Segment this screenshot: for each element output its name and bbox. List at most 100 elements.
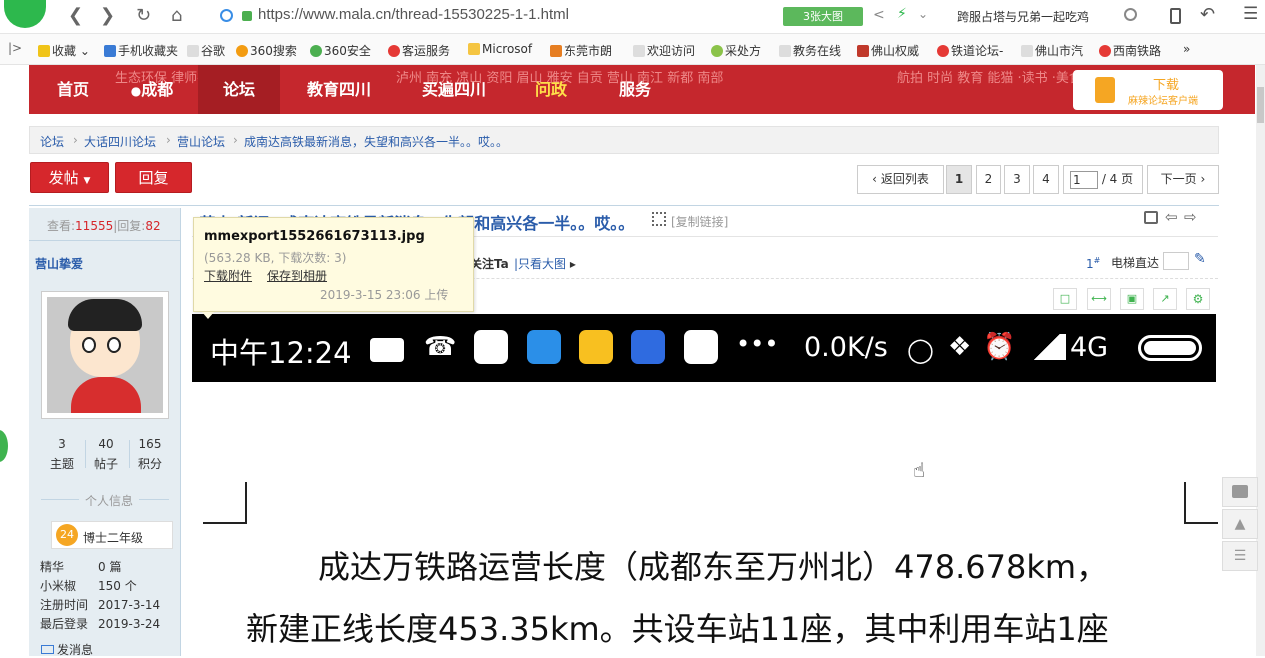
bookmark-item[interactable]: 西南铁路 xyxy=(1099,42,1161,59)
new-post-button[interactable]: 发帖 ▼ xyxy=(30,162,109,193)
post-image-statusbar[interactable]: 中午12:24 ☎ ••• 0.0K/s ◯ ❖ ⏰ 4G xyxy=(192,314,1216,382)
qr-code-icon[interactable] xyxy=(652,212,666,226)
bluetooth-icon: ❖ xyxy=(948,332,972,362)
save-icon[interactable]: ▣ xyxy=(1120,288,1144,310)
stat-item[interactable]: 3 主题 xyxy=(47,437,77,472)
bookmark-item[interactable]: 360搜索 xyxy=(236,42,297,59)
copy-link[interactable]: [复制链接] xyxy=(671,213,728,230)
prev-thread-icon[interactable]: ⇦ xyxy=(1165,208,1178,226)
elevator-input[interactable] xyxy=(1163,252,1189,270)
back-to-top-button[interactable]: ▲ xyxy=(1222,509,1258,539)
sidebar-toggle-icon[interactable]: |> xyxy=(8,41,22,55)
post-header-divider xyxy=(29,205,1219,206)
breadcrumb-separator: › xyxy=(166,133,171,147)
next-thread-icon[interactable]: ⇨ xyxy=(1184,208,1197,226)
image-text-line: 成达万铁路运营长度（成都东至万州北）478.678km， xyxy=(318,548,1109,586)
comment-float-button[interactable] xyxy=(1222,477,1258,507)
upload-date: 2019-3-15 23:06 上传 xyxy=(320,288,449,302)
bookmark-item[interactable]: 收藏 ⌄ xyxy=(38,42,90,59)
floating-badge-icon[interactable] xyxy=(0,428,10,464)
follow-link[interactable]: 关注Ta xyxy=(470,255,509,272)
page-2[interactable]: 2 xyxy=(976,165,1001,194)
menu-icon[interactable]: ☰ xyxy=(1243,4,1258,24)
list-float-button[interactable]: ☰ xyxy=(1222,541,1258,571)
weibo-icon xyxy=(579,330,613,364)
nav-forum[interactable]: 论坛 xyxy=(198,65,280,114)
page-4[interactable]: 4 xyxy=(1033,165,1059,194)
big-image-button[interactable]: 3张大图 xyxy=(783,7,863,26)
fit-icon[interactable]: □ xyxy=(1053,288,1077,310)
download-app-banner[interactable]: 下载 麻辣论坛客户端 xyxy=(1073,70,1223,110)
stat-item[interactable]: 40 帖子 xyxy=(91,437,121,472)
back-icon[interactable]: ❮ xyxy=(68,5,83,27)
search-icon[interactable] xyxy=(1124,8,1137,21)
bookmark-item[interactable]: 谷歌 xyxy=(187,42,225,59)
breadcrumb-item[interactable]: 论坛 xyxy=(40,133,64,150)
nav-wenzheng[interactable]: 问政 xyxy=(523,65,579,114)
avatar-image xyxy=(47,297,163,413)
stat-value: 40 xyxy=(98,437,114,451)
breadcrumb-item[interactable]: 营山论坛 xyxy=(177,133,225,150)
bookmark-item[interactable]: 铁道论坛- xyxy=(937,42,1003,59)
share-out-icon[interactable]: ↗ xyxy=(1153,288,1177,310)
detail-row: 小米椒 150 个 xyxy=(40,579,137,593)
forward-icon[interactable]: ❯ xyxy=(100,5,115,27)
bookmark-item[interactable]: 360安全 xyxy=(310,42,371,59)
nav-chengdu[interactable]: ●成都 xyxy=(121,65,183,114)
fullscreen-icon[interactable]: ⟷ xyxy=(1087,288,1111,310)
bookmark-item[interactable]: Microsof xyxy=(468,42,532,56)
download-attachment-link[interactable]: 下载附件 xyxy=(204,267,252,284)
bookmark-item[interactable]: 客运服务 xyxy=(388,42,450,59)
undo-icon[interactable]: ↶ xyxy=(1200,4,1215,25)
stat-item[interactable]: 165 积分 xyxy=(135,437,165,472)
next-arrow-icon: › xyxy=(1200,172,1206,186)
nav-education[interactable]: 教育四川 xyxy=(294,65,384,114)
lightning-icon[interactable]: ⚡ xyxy=(897,6,907,22)
divider xyxy=(85,440,86,468)
chevron-down-icon[interactable]: ⌄ xyxy=(918,7,928,21)
view-big-image-link[interactable]: |只看大图 ▸ xyxy=(514,255,576,272)
comment-icon xyxy=(1232,485,1248,498)
avatar[interactable] xyxy=(41,291,169,419)
bookmark-item[interactable]: 欢迎访问 xyxy=(633,42,695,59)
bookmark-item[interactable]: 手机收藏夹 xyxy=(104,42,178,59)
page-jump-input[interactable]: 1 xyxy=(1070,170,1098,189)
bookmark-item[interactable]: 佛山市汽 xyxy=(1021,42,1083,59)
address-bar[interactable]: https://www.mala.cn/thread-15530225-1-1.… xyxy=(258,6,569,23)
back-to-list-button[interactable]: ‹ 返回列表 xyxy=(857,165,944,194)
page-3[interactable]: 3 xyxy=(1004,165,1030,194)
download-title: 下载 xyxy=(1153,78,1180,93)
floor-number: 1# xyxy=(1086,256,1101,271)
info-title: 个人信息 xyxy=(79,492,140,509)
reload-icon[interactable]: ↻ xyxy=(136,5,151,27)
detail-row: 最后登录 2019-3-24 xyxy=(40,617,161,631)
more-bookmarks-icon[interactable]: » xyxy=(1183,42,1190,56)
nav-shopping[interactable]: 买遍四川 xyxy=(409,65,499,114)
bookmark-item[interactable]: 东莞市朗 xyxy=(550,42,612,59)
post-image-content[interactable]: ☝ 成达万铁路运营长度（成都东至万州北）478.678km， 新建正线长度453… xyxy=(192,382,1218,656)
message-icon xyxy=(370,338,404,362)
nav-service[interactable]: 服务 xyxy=(607,65,663,114)
share-icon[interactable]: < xyxy=(873,7,885,23)
bookmark-item[interactable]: 教务在线 xyxy=(779,42,841,59)
breadcrumb-item[interactable]: 大话四川论坛 xyxy=(84,133,156,150)
back-arrow-icon: ‹ xyxy=(872,172,877,186)
search-suggestion[interactable]: 跨服占塔与兄弟一起吃鸡 xyxy=(957,8,1089,25)
reply-button[interactable]: 回复 xyxy=(115,162,192,193)
scrollbar-thumb[interactable] xyxy=(1257,87,1264,123)
home-icon[interactable]: ⌂ xyxy=(171,5,182,27)
save-to-album-link[interactable]: 保存到相册 xyxy=(267,267,327,284)
page-1[interactable]: 1 xyxy=(946,165,972,194)
bookmark-item[interactable]: 佛山权威 xyxy=(857,42,919,59)
breadcrumb-item[interactable]: 成南达高铁最新消息，失望和高兴各一半。。哎。。 xyxy=(244,133,508,150)
next-page-button[interactable]: 下一页 › xyxy=(1147,165,1219,194)
print-icon[interactable] xyxy=(1144,211,1158,224)
nav-home[interactable]: 首页 xyxy=(43,65,103,114)
phone-icon[interactable] xyxy=(1170,8,1181,24)
pen-icon[interactable]: ✎ xyxy=(1194,251,1206,267)
bookmark-item[interactable]: 采处方 xyxy=(711,42,761,59)
username-link[interactable]: 营山挚爱 xyxy=(35,255,83,272)
crop-corner xyxy=(1184,482,1218,524)
settings-gear-icon[interactable]: ⚙ xyxy=(1186,288,1210,310)
send-message-link[interactable]: 发消息 xyxy=(41,641,93,658)
